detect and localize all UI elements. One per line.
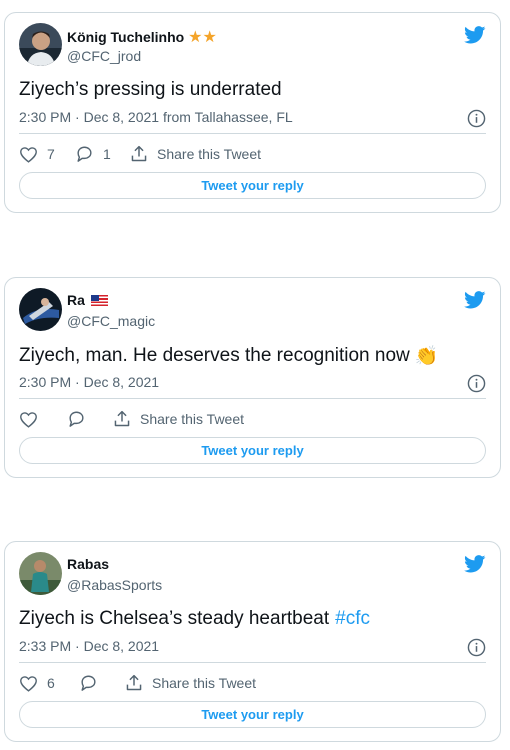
reply-button[interactable] bbox=[79, 674, 125, 692]
info-icon[interactable] bbox=[467, 109, 486, 133]
like-button[interactable]: 6 bbox=[19, 675, 79, 692]
malaysia-flag-icon bbox=[90, 294, 108, 306]
tweet-your-reply-button[interactable]: Tweet your reply bbox=[19, 172, 486, 199]
tweet-your-reply-button[interactable]: Tweet your reply bbox=[19, 437, 486, 464]
display-name[interactable]: Ra bbox=[67, 292, 85, 308]
like-button[interactable] bbox=[19, 411, 67, 428]
avatar[interactable] bbox=[19, 23, 62, 66]
timestamp[interactable]: 2:30 PM · Dec 8, 2021 from Tallahassee, … bbox=[19, 109, 293, 125]
tweet-card: Ra @CFC_magic Ziyech, man. He deserves t… bbox=[4, 277, 501, 478]
action-bar: Share this Tweet bbox=[19, 410, 244, 428]
heart-icon bbox=[20, 411, 37, 428]
reply-icon bbox=[69, 411, 84, 427]
timestamp[interactable]: 2:33 PM · Dec 8, 2021 bbox=[19, 638, 159, 654]
twitter-bird-icon[interactable] bbox=[464, 555, 486, 578]
timestamp[interactable]: 2:30 PM · Dec 8, 2021 bbox=[19, 374, 159, 390]
hashtag-link[interactable]: #cfc bbox=[335, 608, 370, 630]
action-bar: 7 1 Share this Tweet bbox=[19, 145, 261, 163]
like-count: 7 bbox=[47, 146, 55, 162]
display-name[interactable]: Rabas bbox=[67, 556, 109, 572]
info-icon[interactable] bbox=[467, 374, 486, 398]
reply-button[interactable]: 1 bbox=[75, 145, 130, 163]
user-handle[interactable]: @RabasSports bbox=[67, 577, 162, 593]
divider bbox=[19, 133, 486, 134]
info-icon[interactable] bbox=[467, 638, 486, 662]
divider bbox=[19, 398, 486, 399]
avatar[interactable] bbox=[19, 552, 62, 595]
tweet-text: Ziyech, man. He deserves the recognition… bbox=[19, 344, 438, 368]
tweet-card: König Tuchelinho ★★ @CFC_jrod Ziyech’s p… bbox=[4, 12, 501, 213]
avatar[interactable] bbox=[19, 288, 62, 331]
like-count: 6 bbox=[47, 675, 55, 691]
heart-icon bbox=[20, 675, 37, 692]
divider bbox=[19, 662, 486, 663]
share-icon bbox=[114, 410, 130, 427]
star-icon: ★★ bbox=[188, 29, 217, 46]
display-name[interactable]: König Tuchelinho bbox=[67, 29, 184, 45]
share-label: Share this Tweet bbox=[152, 675, 257, 691]
share-button[interactable]: Share this Tweet bbox=[125, 674, 256, 692]
tweet-text-body: Ziyech, man. He deserves the recognition… bbox=[19, 345, 410, 366]
clapping-hands-emoji: 👏 bbox=[414, 346, 439, 367]
share-icon bbox=[131, 145, 147, 162]
tweet-card: Rabas @RabasSports Ziyech is Chelsea’s s… bbox=[4, 541, 501, 742]
heart-icon bbox=[20, 146, 37, 163]
tweet-text: Ziyech’s pressing is underrated bbox=[19, 79, 282, 100]
share-label: Share this Tweet bbox=[157, 146, 262, 162]
action-bar: 6 Share this Tweet bbox=[19, 674, 256, 692]
share-button[interactable]: Share this Tweet bbox=[113, 410, 244, 428]
user-handle[interactable]: @CFC_magic bbox=[67, 313, 155, 329]
tweet-text-body: Ziyech is Chelsea’s steady heartbeat bbox=[19, 608, 330, 629]
reply-icon bbox=[81, 675, 96, 691]
twitter-bird-icon[interactable] bbox=[464, 26, 486, 49]
user-handle[interactable]: @CFC_jrod bbox=[67, 48, 141, 64]
share-label: Share this Tweet bbox=[140, 411, 245, 427]
twitter-bird-icon[interactable] bbox=[464, 291, 486, 314]
reply-button[interactable] bbox=[67, 410, 113, 428]
tweet-text: Ziyech is Chelsea’s steady heartbeat #cf… bbox=[19, 608, 370, 630]
reply-icon bbox=[77, 146, 92, 162]
reply-count: 1 bbox=[103, 146, 111, 162]
share-button[interactable]: Share this Tweet bbox=[130, 145, 261, 163]
tweet-your-reply-button[interactable]: Tweet your reply bbox=[19, 701, 486, 728]
like-button[interactable]: 7 bbox=[19, 146, 75, 163]
share-icon bbox=[126, 674, 142, 691]
